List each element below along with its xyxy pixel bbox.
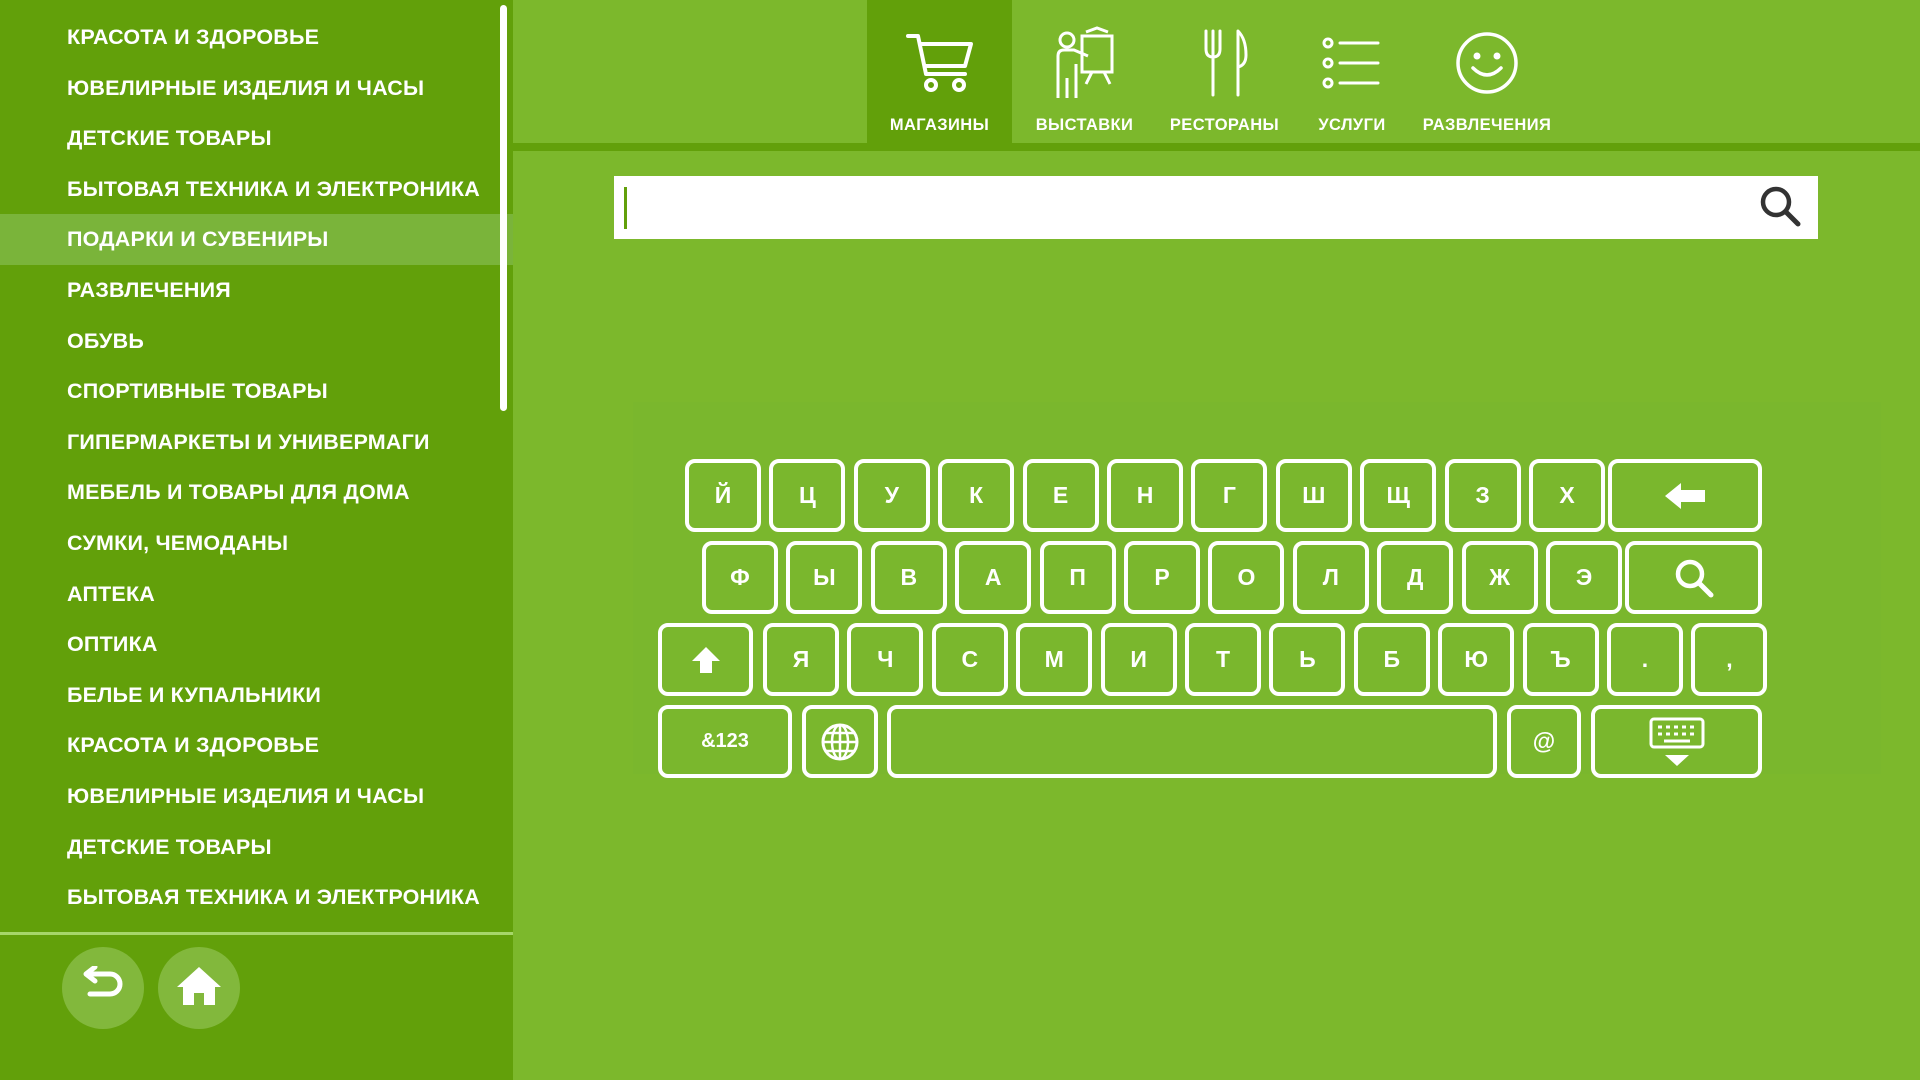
key-letter[interactable]: Й: [685, 459, 761, 532]
tab-label: ВЫСТАВКИ: [1035, 116, 1134, 134]
search-button[interactable]: [1758, 186, 1802, 230]
sidebar-category-item[interactable]: СУМКИ, ЧЕМОДАНЫ: [0, 518, 513, 569]
sidebar-category-item[interactable]: ДЕТСКИЕ ТОВАРЫ: [0, 113, 513, 164]
key-letter[interactable]: С: [931, 623, 1008, 696]
key-letter[interactable]: З: [1444, 459, 1521, 532]
undo-arrow-icon: [80, 964, 126, 1011]
sidebar-category-item[interactable]: МЕБЕЛЬ И ТОВАРЫ ДЛЯ ДОМА: [0, 467, 513, 518]
key-backspace[interactable]: [1608, 459, 1762, 532]
tab-services[interactable]: УСЛУГИ: [1292, 0, 1412, 143]
sidebar-category-item[interactable]: ОБУВЬ: [0, 316, 513, 367]
key-letter[interactable]: М: [1016, 623, 1093, 696]
sidebar-category-item[interactable]: КРАСОТА И ЗДОРОВЬЕ: [0, 12, 513, 63]
key-letter[interactable]: Л: [1292, 541, 1369, 614]
backspace-arrow-icon: [1663, 481, 1707, 511]
sidebar: КРАСОТА И ЗДОРОВЬЕ ЮВЕЛИРНЫЕ ИЗДЕЛИЯ И ЧА…: [0, 0, 513, 1080]
tab-label: УСЛУГИ: [1318, 116, 1386, 134]
key-letter[interactable]: А: [955, 541, 1032, 614]
key-search[interactable]: [1625, 541, 1762, 614]
key-at[interactable]: @: [1507, 705, 1581, 778]
key-letter[interactable]: Ч: [847, 623, 924, 696]
keyboard-hide-icon: [1649, 717, 1705, 767]
sidebar-divider: [0, 932, 513, 935]
key-letter[interactable]: Э: [1546, 541, 1622, 614]
back-button[interactable]: [62, 947, 144, 1029]
sidebar-category-item[interactable]: ДЕТСКИЕ ТОВАРЫ: [0, 822, 513, 873]
sidebar-category-item[interactable]: БЫТОВАЯ ТЕХНИКА И ЭЛЕКТРОНИКА: [0, 164, 513, 215]
key-letter[interactable]: Ь: [1269, 623, 1346, 696]
sidebar-category-item[interactable]: БЫТОВАЯ ТЕХНИКА И ЭЛЕКТРОНИКА: [0, 872, 513, 923]
text-caret: [624, 187, 627, 229]
sidebar-category-item[interactable]: КРАСОТА И ЗДОРОВЬЕ: [0, 720, 513, 771]
key-letter[interactable]: И: [1100, 623, 1177, 696]
tab-stores[interactable]: МАГАЗИНЫ: [867, 0, 1012, 143]
key-letter[interactable]: Н: [1107, 459, 1183, 532]
key-letter[interactable]: Ъ: [1522, 623, 1599, 696]
key-letter[interactable]: Ы: [786, 541, 863, 614]
key-language[interactable]: [802, 705, 878, 778]
sidebar-category-item[interactable]: ПОДАРКИ И СУВЕНИРЫ: [0, 214, 513, 265]
scrollbar-thumb[interactable]: [500, 5, 507, 411]
key-letter[interactable]: В: [870, 541, 947, 614]
key-letter[interactable]: Щ: [1360, 459, 1437, 532]
search-icon: [1673, 557, 1715, 599]
sidebar-category-item[interactable]: БЕЛЬЕ И КУПАЛЬНИКИ: [0, 670, 513, 721]
tab-label: РАЗВЛЕЧЕНИЯ: [1422, 116, 1552, 134]
key-letter[interactable]: У: [853, 459, 930, 532]
tab-restaurants[interactable]: РЕСТОРАНЫ: [1157, 0, 1292, 143]
smiley-icon: [1454, 28, 1520, 98]
sidebar-category-item[interactable]: ЮВЕЛИРНЫЕ ИЗДЕЛИЯ И ЧАСЫ: [0, 771, 513, 822]
cart-icon: [905, 28, 975, 98]
key-letter[interactable]: Р: [1124, 541, 1200, 614]
key-space[interactable]: [887, 705, 1497, 778]
tab-exhibitions[interactable]: ВЫСТАВКИ: [1012, 0, 1157, 143]
search-input[interactable]: [632, 176, 1746, 241]
globe-icon: [820, 722, 860, 762]
list-icon: [1322, 28, 1382, 98]
key-letter[interactable]: Я: [763, 623, 839, 696]
search-icon: [1759, 185, 1801, 232]
key-letter[interactable]: .: [1607, 623, 1683, 696]
top-navigation: МАГАЗИНЫ ВЫСТАВКИ РЕСТОРАНЫ УСЛУГИ РАЗВЛ…: [513, 0, 1920, 151]
sidebar-category-item[interactable]: ГИПЕРМАРКЕТЫ И УНИВЕРМАГИ: [0, 417, 513, 468]
key-letter[interactable]: Ю: [1438, 623, 1515, 696]
shift-arrow-icon: [691, 646, 721, 674]
exhibition-icon: [1052, 26, 1118, 98]
search-box: [614, 176, 1818, 241]
key-letter[interactable]: Д: [1377, 541, 1454, 614]
key-letter[interactable]: Е: [1022, 459, 1099, 532]
home-icon: [175, 965, 223, 1012]
tab-entertainment[interactable]: РАЗВЛЕЧЕНИЯ: [1412, 0, 1562, 143]
sidebar-category-item[interactable]: ОПТИКА: [0, 619, 513, 670]
sidebar-category-item[interactable]: СПОРТИВНЫЕ ТОВАРЫ: [0, 366, 513, 417]
key-letter[interactable]: Т: [1185, 623, 1261, 696]
key-letter[interactable]: Ф: [702, 541, 778, 614]
key-letter[interactable]: Ш: [1275, 459, 1352, 532]
tab-label: РЕСТОРАНЫ: [1169, 116, 1280, 134]
key-letter[interactable]: Б: [1353, 623, 1430, 696]
key-letter[interactable]: ,: [1691, 623, 1768, 696]
fork-knife-icon: [1200, 28, 1250, 98]
home-button[interactable]: [158, 947, 240, 1029]
key-hide-keyboard[interactable]: [1591, 705, 1762, 778]
key-letter[interactable]: П: [1039, 541, 1116, 614]
key-letter[interactable]: О: [1208, 541, 1285, 614]
key-letter[interactable]: Ц: [769, 459, 846, 532]
key-letter[interactable]: К: [938, 459, 1015, 532]
category-list: КРАСОТА И ЗДОРОВЬЕ ЮВЕЛИРНЫЕ ИЗДЕЛИЯ И ЧА…: [0, 0, 513, 946]
sidebar-category-item[interactable]: ЮВЕЛИРНЫЕ ИЗДЕЛИЯ И ЧАСЫ: [0, 63, 513, 114]
key-symbols[interactable]: &123: [658, 705, 792, 778]
key-letter[interactable]: Г: [1191, 459, 1268, 532]
key-shift[interactable]: [658, 623, 753, 696]
sidebar-category-item[interactable]: АПТЕКА: [0, 569, 513, 620]
key-letter[interactable]: Ж: [1461, 541, 1538, 614]
sidebar-category-item[interactable]: РАЗВЛЕЧЕНИЯ: [0, 265, 513, 316]
tab-label: МАГАЗИНЫ: [889, 116, 990, 134]
on-screen-keyboard: ЙЦУКЕНГШЩЗХФЫВАПРОЛДЖЭЯЧСМИТЬБЮЪ., &123 …: [633, 402, 1881, 778]
key-letter[interactable]: Х: [1529, 459, 1605, 532]
